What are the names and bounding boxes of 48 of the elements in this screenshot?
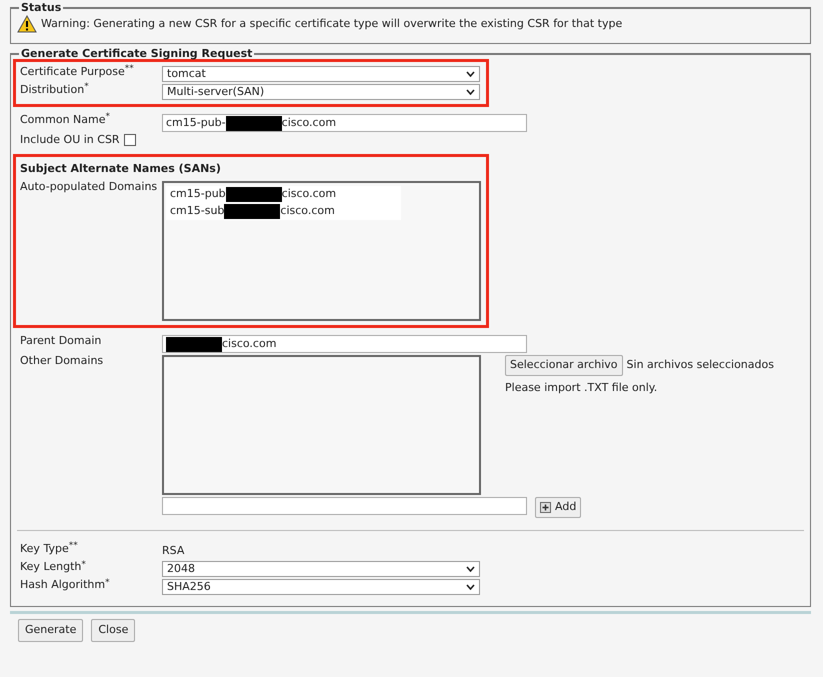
redaction-block	[226, 187, 282, 202]
dropdown[interactable]: SHA256	[162, 579, 480, 596]
dropdown[interactable]: Multi-server(SAN)	[162, 84, 480, 100]
input-field[interactable]: cisco.com	[162, 335, 527, 354]
redaction-block	[166, 336, 222, 352]
caret-icon	[466, 584, 475, 590]
dropdown[interactable]: 2048	[162, 561, 480, 578]
field-value: cm15-sub	[170, 203, 224, 220]
field-value: cisco.com	[280, 203, 335, 220]
text-area[interactable]	[162, 355, 481, 496]
field-value: cisco.com	[282, 186, 336, 202]
action-button[interactable]: Close	[91, 619, 136, 642]
caret-icon	[466, 89, 475, 95]
file-status: Sin archivos seleccionados	[626, 357, 774, 374]
field-label: Include OU in CSR	[20, 134, 120, 147]
redaction-block	[224, 204, 280, 220]
field-value: cm15-pub	[170, 186, 226, 202]
input-field[interactable]	[162, 497, 527, 516]
redaction-block	[226, 116, 282, 130]
field-label: Hash Algorithm$^{*}$	[20, 579, 111, 592]
field-label: Other Domains	[20, 355, 104, 368]
caret-icon	[466, 566, 475, 572]
dropdown[interactable]: tomcat	[162, 66, 480, 82]
plus-icon	[540, 502, 551, 513]
checkbox[interactable]	[124, 134, 136, 146]
list-box[interactable]: cm15-pub cisco.com cm15-sub cisco.com	[162, 181, 481, 322]
section-heading: Subject Alternate Names (SANs)	[20, 160, 222, 177]
field-label: Auto-populated Domains	[20, 181, 158, 194]
field-label: Distribution$^{*}$	[20, 84, 90, 97]
field-label: Parent Domain	[20, 335, 102, 348]
warning-icon	[17, 15, 37, 33]
section-title: Status	[20, 2, 62, 13]
field-value: cm15-pub-	[166, 114, 226, 131]
field-label: Certificate Purpose$^{**}$	[20, 66, 135, 79]
file-button[interactable]: Seleccionar archivo	[505, 355, 623, 376]
section-title: Generate Certificate Signing Request	[20, 48, 254, 59]
field-value: RSA	[162, 542, 184, 559]
add-button[interactable]: Add	[535, 497, 582, 518]
field-value: cisco.com	[222, 336, 276, 352]
caret-icon	[466, 71, 475, 77]
action-button[interactable]: Generate	[18, 619, 84, 642]
field-label: Key Type$^{**}$	[20, 542, 79, 556]
field-label: Key Length$^{*}$	[20, 561, 87, 574]
field-value: cisco.com	[282, 114, 336, 131]
warning-message: Warning: Generating a new CSR for a specific certificate type will overwrite the existing CSR for that type	[41, 16, 622, 32]
import-hint: Please import .TXT file only.	[505, 380, 658, 396]
input-field[interactable]: cm15-pub- cisco.com	[162, 114, 527, 132]
field-label: Common Name$^{*}$	[20, 114, 111, 127]
